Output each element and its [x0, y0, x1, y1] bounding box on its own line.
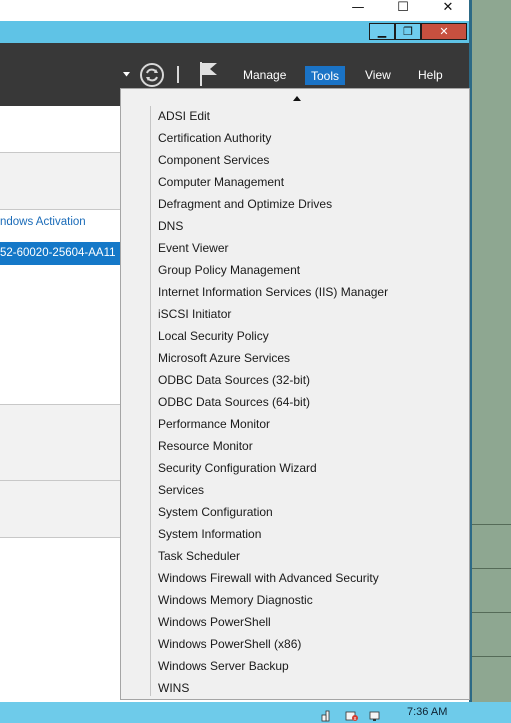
user-tray-icon[interactable]	[321, 710, 334, 722]
network-icon[interactable]	[369, 710, 382, 722]
menu-item-powershell-x86[interactable]: Windows PowerShell (x86)	[158, 634, 301, 654]
menu-item-azure-services[interactable]: Microsoft Azure Services	[158, 348, 290, 368]
close-icon: ✕	[442, 0, 454, 15]
menu-help[interactable]: Help	[418, 68, 443, 82]
section-block	[0, 405, 122, 480]
background-line	[472, 568, 511, 569]
menu-item-system-information[interactable]: System Information	[158, 524, 261, 544]
menu-item-dns[interactable]: DNS	[158, 216, 183, 236]
section-block	[0, 481, 122, 537]
menu-item-odbc-64[interactable]: ODBC Data Sources (64-bit)	[158, 392, 310, 412]
menu-item-iscsi-initiator[interactable]: iSCSI Initiator	[158, 304, 231, 324]
menu-item-defragment[interactable]: Defragment and Optimize Drives	[158, 194, 332, 214]
maximize-icon: ☐	[397, 0, 409, 15]
restore-icon: ❐	[403, 25, 413, 38]
section-header	[0, 153, 122, 209]
inner-window-titlebar: ▁ ❐ ✕	[0, 21, 472, 43]
menu-item-security-config-wizard[interactable]: Security Configuration Wizard	[158, 458, 317, 478]
menu-item-wins[interactable]: WINS	[158, 678, 189, 698]
close-icon: ✕	[439, 25, 449, 38]
inner-close-button[interactable]: ✕	[421, 23, 467, 40]
menu-item-iis-manager[interactable]: Internet Information Services (IIS) Mana…	[158, 282, 388, 302]
menu-item-task-scheduler[interactable]: Task Scheduler	[158, 546, 240, 566]
menu-item-local-security-policy[interactable]: Local Security Policy	[158, 326, 269, 346]
background-line	[472, 524, 511, 525]
menu-item-memory-diagnostic[interactable]: Windows Memory Diagnostic	[158, 590, 313, 610]
header-separator	[177, 66, 179, 83]
menu-gutter	[150, 106, 151, 696]
menu-item-odbc-32[interactable]: ODBC Data Sources (32-bit)	[158, 370, 310, 390]
outer-minimize-button[interactable]: —	[338, 0, 378, 15]
menu-view[interactable]: View	[365, 68, 391, 82]
action-center-flag-icon[interactable]: x	[345, 710, 358, 722]
menu-item-adsi-edit[interactable]: ADSI Edit	[158, 106, 210, 126]
windows-activation-link[interactable]: ndows Activation	[0, 216, 86, 228]
menu-item-server-backup[interactable]: Windows Server Backup	[158, 656, 289, 676]
flag-icon[interactable]	[198, 61, 220, 87]
menu-item-performance-monitor[interactable]: Performance Monitor	[158, 414, 270, 434]
background-line	[472, 656, 511, 657]
inner-minimize-button[interactable]: ▁	[369, 23, 395, 40]
outer-window-titlebar: — ☐ ✕	[0, 0, 472, 21]
menu-item-certification-authority[interactable]: Certification Authority	[158, 128, 271, 148]
refresh-icon[interactable]	[139, 62, 165, 88]
menu-tools[interactable]: Tools	[305, 66, 345, 85]
outer-close-button[interactable]: ✕	[428, 0, 468, 15]
divider	[0, 537, 122, 538]
minimize-icon: ▁	[377, 25, 387, 38]
divider	[0, 209, 122, 210]
menu-item-resource-monitor[interactable]: Resource Monitor	[158, 436, 253, 456]
taskbar-clock[interactable]: 7:36 AM	[407, 706, 447, 718]
menu-item-powershell[interactable]: Windows PowerShell	[158, 612, 271, 632]
menu-item-windows-firewall[interactable]: Windows Firewall with Advanced Security	[158, 568, 379, 588]
menu-item-event-viewer[interactable]: Event Viewer	[158, 238, 228, 258]
chevron-down-icon[interactable]	[123, 72, 130, 77]
desktop-background	[472, 0, 511, 702]
background-line	[472, 612, 511, 613]
product-id-selected[interactable]: 52-60020-25604-AA11	[0, 242, 122, 265]
menu-item-component-services[interactable]: Component Services	[158, 150, 269, 170]
menu-manage[interactable]: Manage	[243, 68, 286, 82]
menu-item-group-policy[interactable]: Group Policy Management	[158, 260, 300, 280]
minimize-icon: —	[351, 0, 365, 15]
menu-item-computer-management[interactable]: Computer Management	[158, 172, 284, 192]
menu-item-services[interactable]: Services	[158, 480, 204, 500]
tools-dropdown-menu: ADSI Edit Certification Authority Compon…	[120, 88, 470, 700]
outer-maximize-button[interactable]: ☐	[383, 0, 423, 15]
svg-text:x: x	[354, 716, 357, 722]
menu-pointer-icon	[293, 96, 301, 101]
menu-item-system-configuration[interactable]: System Configuration	[158, 502, 273, 522]
inner-restore-button[interactable]: ❐	[395, 23, 421, 40]
